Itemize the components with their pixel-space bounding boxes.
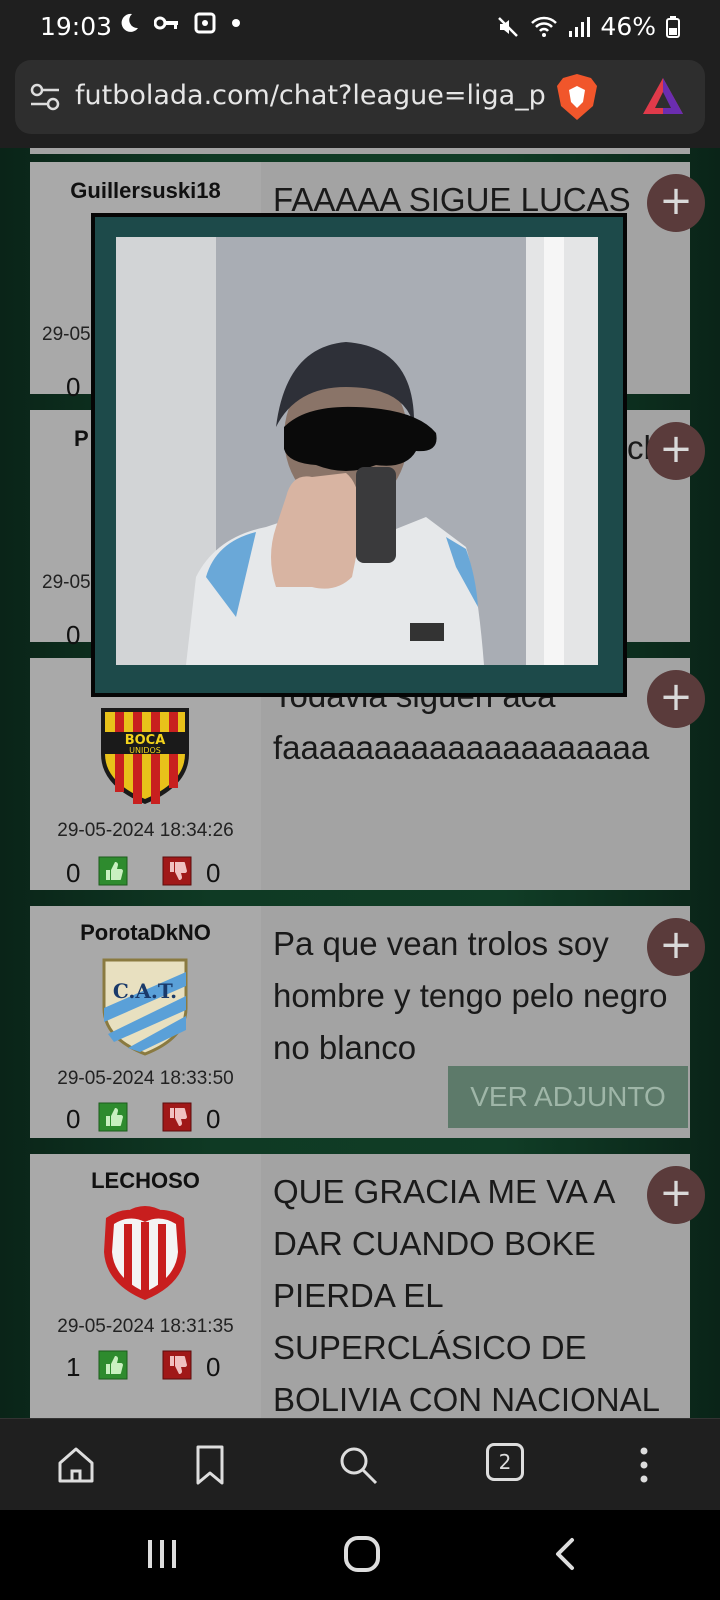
cat-crest: C.A.T. xyxy=(102,958,188,1056)
river-plate-crest xyxy=(104,1206,186,1300)
address-bar[interactable]: futbolada.com/chat?league=liga_p xyxy=(15,60,705,134)
chat-post: LECHOSO 29-05-2024 18:31:35 1 0 QUE GRAC… xyxy=(30,1154,705,1418)
downvote-count: 0 xyxy=(206,858,221,888)
brave-shields-icon[interactable] xyxy=(555,72,599,122)
post-username[interactable]: PorotaDkNO xyxy=(30,920,261,946)
thumbs-down-icon[interactable] xyxy=(162,1350,192,1380)
downvote-count: 0 xyxy=(206,1104,221,1134)
post-author-panel: PorotaDkNO C.A.T. 29-05-2024 18:33:50 0 … xyxy=(30,906,261,1138)
post-body: QUE GRACIA ME VA A DAR CUANDO BOKE PIERD… xyxy=(263,1154,705,1418)
thumbs-down-icon[interactable] xyxy=(162,1102,192,1132)
thumbs-up-icon[interactable] xyxy=(98,1350,128,1380)
post-date: 29-05-2024 18:33:50 xyxy=(57,1068,234,1089)
downvote-count: 0 xyxy=(206,1352,221,1382)
wifi-icon xyxy=(531,16,558,37)
add-reply-button[interactable]: + xyxy=(647,422,705,480)
thumbs-up-icon[interactable] xyxy=(98,856,128,886)
home-icon[interactable] xyxy=(52,1441,100,1489)
view-attachment-button[interactable]: VER ADJUNTO xyxy=(448,1066,688,1128)
recent-apps-icon[interactable] xyxy=(144,1534,180,1574)
add-reply-button[interactable]: + xyxy=(647,1166,705,1224)
post-body: Pa que vean trolos soy hombre y tengo pe… xyxy=(263,906,705,1138)
post-votes: 0 0 xyxy=(30,1102,261,1134)
system-indicators: 46% xyxy=(496,12,680,41)
post-votes: 0 0 xyxy=(30,856,261,888)
post-username[interactable]: Guillersuski18 xyxy=(30,178,261,204)
upvote-count: 0 xyxy=(66,1104,81,1134)
home-button-icon[interactable] xyxy=(342,1534,382,1574)
tab-count: 2 xyxy=(498,1450,512,1474)
post-date: 29-05-2024 18:34:26 xyxy=(57,820,234,841)
moon-icon xyxy=(121,13,138,32)
screen-record-icon xyxy=(194,12,216,34)
mute-icon xyxy=(498,16,519,37)
chat-post: PorotaDkNO C.A.T. 29-05-2024 18:33:50 0 … xyxy=(30,906,705,1138)
brave-rewards-icon[interactable] xyxy=(641,74,685,118)
add-reply-button[interactable]: + xyxy=(647,918,705,976)
upvote-count: 0 xyxy=(66,620,81,650)
bookmark-icon[interactable] xyxy=(186,1441,234,1489)
system-nav-bar xyxy=(0,1510,720,1600)
notification-icons xyxy=(118,12,242,34)
site-settings-icon[interactable] xyxy=(29,82,61,112)
key-icon xyxy=(154,16,178,30)
url-text[interactable]: futbolada.com/chat?league=liga_p xyxy=(75,80,546,111)
tabs-button[interactable]: 2 xyxy=(486,1443,524,1481)
battery-icon xyxy=(666,15,680,38)
crest-text-unidos: UNIDOS xyxy=(129,746,161,755)
image-preview-modal[interactable] xyxy=(91,213,627,697)
previous-post-edge xyxy=(30,148,690,154)
post-votes: 1 0 xyxy=(30,1350,261,1382)
battery-percent: 46% xyxy=(600,12,656,41)
crest-text-cat: C.A.T. xyxy=(113,979,177,1003)
post-message: QUE GRACIA ME VA A DAR CUANDO BOKE PIERD… xyxy=(273,1173,660,1418)
post-username[interactable]: LECHOSO xyxy=(30,1168,261,1194)
attachment-photo xyxy=(116,237,598,665)
post-date: 29-05-2024 18:31:35 xyxy=(57,1316,234,1337)
status-bar: 19:03 46% xyxy=(0,0,720,54)
status-time: 19:03 xyxy=(40,12,113,41)
post-message: Pa que vean trolos soy hombre y tengo pe… xyxy=(273,925,668,1066)
upvote-count: 0 xyxy=(66,372,81,402)
back-icon[interactable] xyxy=(550,1534,580,1574)
add-reply-button[interactable]: + xyxy=(647,670,705,728)
attachment-image xyxy=(116,237,598,665)
search-icon[interactable] xyxy=(334,1441,382,1489)
dot-icon xyxy=(232,19,240,27)
thumbs-down-icon[interactable] xyxy=(162,856,192,886)
browser-toolbar: futbolada.com/chat?league=liga_p xyxy=(0,54,720,148)
upvote-count: 0 xyxy=(66,858,81,888)
browser-bottom-nav: 2 xyxy=(0,1418,720,1511)
add-reply-button[interactable]: + xyxy=(647,174,705,232)
signal-icon xyxy=(569,16,591,37)
boca-unidos-crest: BOCA UNIDOS xyxy=(101,708,189,804)
more-menu-icon[interactable] xyxy=(620,1441,668,1489)
post-author-panel: LECHOSO 29-05-2024 18:31:35 1 0 xyxy=(30,1154,261,1418)
upvote-count: 1 xyxy=(66,1352,81,1382)
thumbs-up-icon[interactable] xyxy=(98,1102,128,1132)
